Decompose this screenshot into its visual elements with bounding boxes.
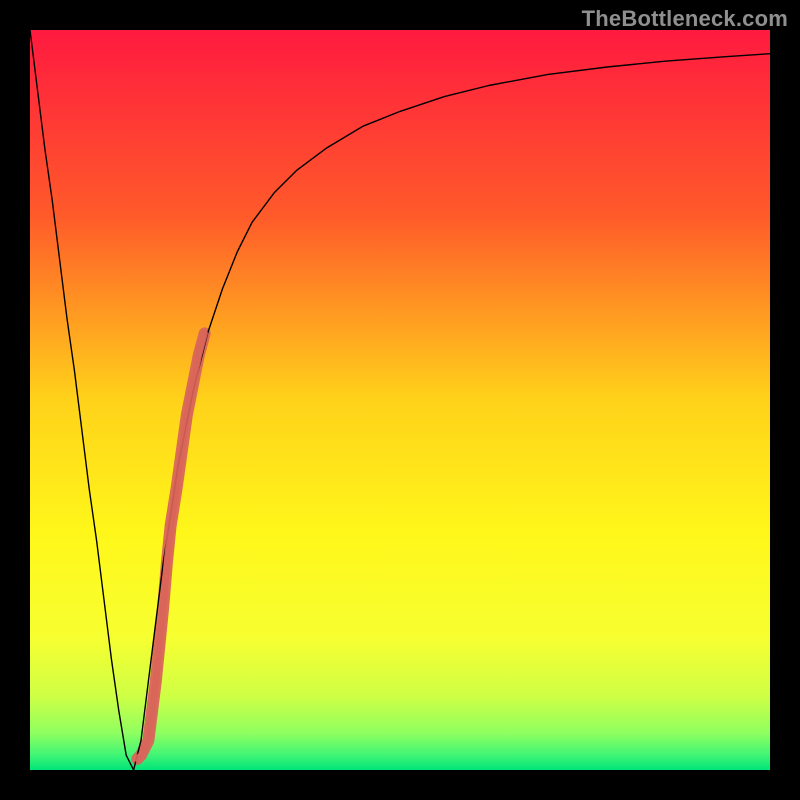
chart-frame: TheBottleneck.com xyxy=(0,0,800,800)
plot-area xyxy=(30,30,770,770)
curve-layer xyxy=(30,30,770,770)
bottleneck-curve xyxy=(30,30,770,770)
watermark-text: TheBottleneck.com xyxy=(582,6,788,32)
